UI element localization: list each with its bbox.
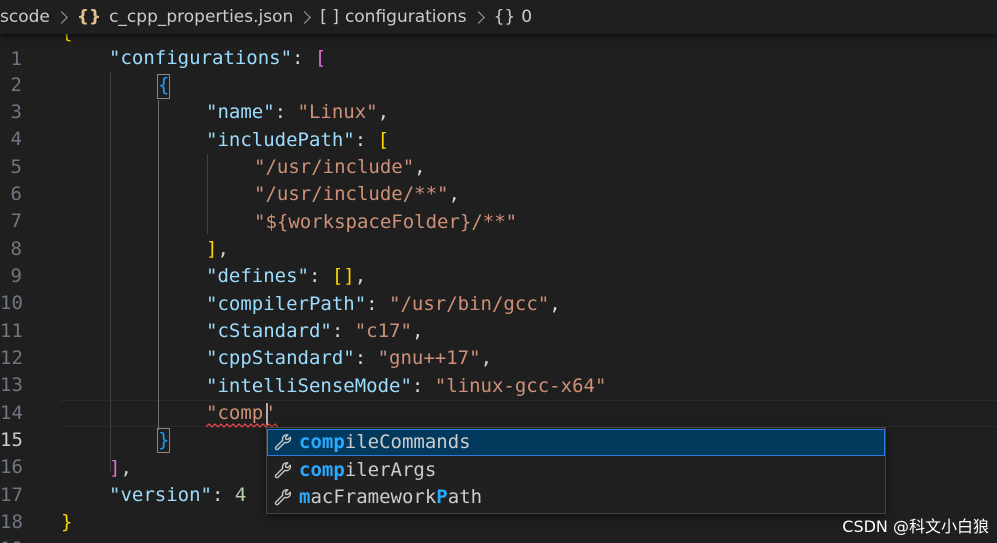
- code-line-13: 13 "cppStandard": "gnu++17",: [0, 345, 997, 396]
- line-number: 19: [0, 536, 23, 543]
- code-line-12: 12 "cStandard": "c17",: [0, 318, 997, 369]
- bracket-open: [: [314, 47, 327, 69]
- wrench-icon: [274, 462, 292, 479]
- text-cursor: [266, 403, 268, 425]
- wrench-icon: [274, 434, 292, 451]
- suggestion-item-macFrameworkPath[interactable]: macFrameworkPath: [267, 484, 885, 511]
- code-line-8: 8 "${workspaceFolder}/**": [0, 209, 997, 260]
- code-line-3: 3 {: [0, 72, 997, 123]
- suggestion-label: compilerArgs: [299, 459, 437, 481]
- chevron-right-icon: [298, 10, 312, 24]
- brace-open: {: [158, 74, 170, 96]
- code-line-5: 5 "includePath": [: [0, 127, 997, 178]
- array-icon: [ ]: [320, 7, 339, 27]
- breadcrumb-configurations[interactable]: [ ] configurations: [320, 7, 466, 27]
- code-line-7: 7 "/usr/include/**",: [0, 181, 997, 232]
- brace-close: }: [61, 511, 73, 533]
- vscode-editor-window: 1 { 2 "configurations": [ 3 { 4 "name": …: [0, 0, 997, 543]
- breadcrumb-object-0[interactable]: {} 0: [494, 7, 532, 27]
- code-line-14: 14 "intelliSenseMode": "linux-gcc-x64": [0, 373, 997, 424]
- breadcrumb-folder[interactable]: scode: [0, 7, 50, 27]
- object-icon: {}: [493, 7, 516, 27]
- suggestion-item-compilerArgs[interactable]: compilerArgs: [267, 457, 885, 484]
- code-line-15: 15 "comp": [0, 400, 997, 451]
- breadcrumb-file[interactable]: {} c_cpp_properties.json: [77, 7, 293, 27]
- code-line-4: 4 "name": "Linux",: [0, 99, 997, 150]
- suggestion-item-compileCommands[interactable]: compileCommands: [267, 429, 885, 456]
- chevron-right-icon: [54, 10, 68, 24]
- json-key: "configurations": [109, 47, 293, 69]
- breadcrumb: scode {} c_cpp_properties.json [ ] confi…: [0, 0, 997, 34]
- json-file-icon: {}: [76, 7, 102, 27]
- code-line-2: 2 "configurations": [: [0, 45, 997, 96]
- suggestion-label: compileCommands: [299, 431, 471, 453]
- code-line-10: 10 "defines": [],: [0, 263, 997, 314]
- code-line-9: 9 ],: [0, 236, 997, 287]
- brace-close: }: [158, 429, 170, 451]
- chevron-right-icon: [471, 10, 485, 24]
- wrench-icon: [274, 489, 292, 506]
- autocomplete-suggestions: compileCommands compilerArgs macFramewor…: [266, 427, 886, 514]
- code-line-11: 11 "compilerPath": "/usr/bin/gcc",: [0, 291, 997, 342]
- suggestion-label: macFrameworkPath: [299, 486, 483, 508]
- typed-text: "comp: [206, 402, 264, 424]
- code-line-6: 6 "/usr/include",: [0, 154, 997, 205]
- watermark: CSDN @科文小白狼: [842, 517, 989, 536]
